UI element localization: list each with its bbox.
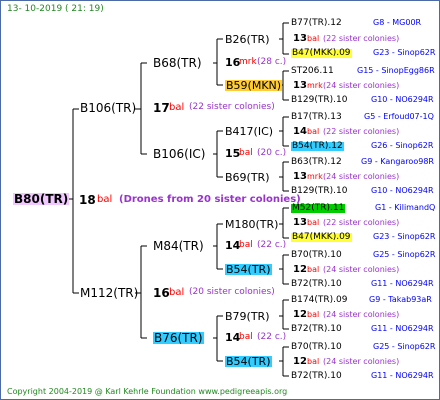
gen2-generation-unit: bal bbox=[239, 332, 253, 342]
gen4-generation-number: 12 bbox=[293, 356, 307, 367]
gen2-generation-unit: bal bbox=[239, 148, 253, 158]
gen4-queen-code: G26 - Sinop62R bbox=[371, 141, 434, 150]
gen4-queen-code: G11 - NO6294R bbox=[371, 371, 434, 380]
gen4-generation-unit: bal bbox=[307, 357, 320, 366]
gen4-generation-unit: bal bbox=[307, 34, 320, 43]
gen2-generation-unit: mrk bbox=[239, 57, 257, 67]
gen4-queen-name[interactable]: B47(MKK).09 bbox=[291, 233, 352, 242]
gen4-queen-name[interactable]: B129(TR).10 bbox=[291, 96, 347, 105]
root-generation-unit: bal bbox=[97, 194, 113, 205]
gen4-queen-code: G10 - NO6294R bbox=[371, 186, 434, 195]
gen4-queen-code: G1 - KilimandQ bbox=[375, 203, 436, 212]
gen1-generation-unit: bal bbox=[169, 102, 185, 113]
gen4-queen-code: G25 - Sinop62R bbox=[373, 342, 436, 351]
gen4-sister-note: (24 sister colonies) bbox=[323, 310, 400, 319]
gen4-queen-code: G15 - SinopEgg86R bbox=[357, 66, 435, 75]
gen4-queen-code: G23 - Sinop62R bbox=[373, 232, 436, 241]
gen4-queen-name[interactable]: B129(TR).10 bbox=[291, 187, 347, 196]
gen4-sister-note: (22 sister colonies) bbox=[323, 34, 400, 43]
date-header: 13- 10-2019 ( 21: 19) bbox=[7, 4, 104, 14]
gen4-queen-name[interactable]: M52(TR).11 bbox=[291, 204, 346, 213]
gen4-sister-note: (24 sister colonies) bbox=[323, 265, 400, 274]
gen4-generation-unit: mrk bbox=[307, 81, 323, 90]
gen3-queen-label[interactable]: M180(TR) bbox=[225, 219, 278, 230]
gen4-sister-note: (22 sister colonies) bbox=[323, 127, 400, 136]
gen1-generation-number: 16 bbox=[153, 286, 170, 300]
gen4-generation-number: 14 bbox=[293, 126, 307, 137]
gen2-sister-note: (22 c.) bbox=[257, 332, 287, 342]
gen4-generation-unit: bal bbox=[307, 310, 320, 319]
gen4-queen-code: G11 - NO6294R bbox=[371, 279, 434, 288]
gen1-sister-note: (22 sister colonies) bbox=[189, 102, 275, 112]
gen2-generation-unit: bal bbox=[239, 240, 253, 250]
gen3-queen-label[interactable]: B59(MKN) bbox=[225, 80, 283, 91]
gen1-queen-label[interactable]: M112(TR) bbox=[80, 287, 138, 299]
gen1-generation-number: 17 bbox=[153, 101, 170, 115]
gen3-queen-label[interactable]: B79(TR) bbox=[225, 311, 270, 322]
gen2-queen-label[interactable]: M84(TR) bbox=[153, 240, 204, 252]
gen4-generation-unit: bal bbox=[307, 265, 320, 274]
gen1-queen-label[interactable]: B106(TR) bbox=[80, 102, 136, 114]
gen4-queen-code: G9 - Takab93aR bbox=[369, 295, 432, 304]
gen4-queen-code: G8 - MG00R bbox=[373, 18, 422, 27]
gen3-queen-label[interactable]: B417(IC) bbox=[225, 126, 273, 137]
gen4-generation-number: 13 bbox=[293, 80, 307, 91]
gen2-sister-note: (28 c.) bbox=[257, 57, 287, 67]
gen4-sister-note: (24 sister colonies) bbox=[323, 172, 400, 181]
gen4-queen-name[interactable]: B174(TR).09 bbox=[291, 296, 347, 305]
gen4-queen-name[interactable]: B70(TR).10 bbox=[291, 343, 342, 352]
gen4-queen-name[interactable]: B63(TR).12 bbox=[291, 158, 342, 167]
gen4-sister-note: (24 sister colonies) bbox=[323, 357, 400, 366]
gen3-queen-label[interactable]: B69(TR) bbox=[225, 172, 270, 183]
gen4-queen-code: G5 - Erfoud07-1Q bbox=[364, 112, 434, 121]
gen1-generation-unit: bal bbox=[169, 287, 185, 298]
gen4-queen-code: G23 - Sinop62R bbox=[373, 48, 436, 57]
gen4-generation-number: 12 bbox=[293, 309, 307, 320]
gen4-queen-code: G9 - Kangaroo98R bbox=[361, 157, 434, 166]
gen4-queen-name[interactable]: B54(TR).12 bbox=[291, 142, 344, 151]
gen4-queen-name[interactable]: B70(TR).10 bbox=[291, 251, 342, 260]
gen4-queen-code: G10 - NO6294R bbox=[371, 95, 434, 104]
gen3-queen-label[interactable]: B54(TR) bbox=[225, 356, 272, 367]
gen2-sister-note: (20 c.) bbox=[257, 148, 287, 158]
gen1-sister-note: (20 sister colonies) bbox=[189, 287, 275, 297]
gen4-generation-number: 13 bbox=[293, 33, 307, 44]
gen4-generation-number: 13 bbox=[293, 171, 307, 182]
gen4-queen-name[interactable]: B72(TR).10 bbox=[291, 372, 342, 381]
gen4-generation-unit: mrk bbox=[307, 172, 323, 181]
gen3-queen-label[interactable]: B54(TR) bbox=[225, 264, 272, 275]
gen4-sister-note: (22 sister colonies) bbox=[323, 218, 400, 227]
gen4-queen-name[interactable]: B47(MKK).09 bbox=[291, 49, 352, 58]
gen4-generation-number: 12 bbox=[293, 264, 307, 275]
gen4-queen-name[interactable]: B72(TR).10 bbox=[291, 280, 342, 289]
gen2-sister-note: (22 c.) bbox=[257, 240, 287, 250]
gen3-queen-label[interactable]: B26(TR) bbox=[225, 34, 270, 45]
gen2-queen-label[interactable]: B68(TR) bbox=[153, 57, 202, 69]
gen4-queen-name[interactable]: B72(TR).10 bbox=[291, 325, 342, 334]
gen4-queen-name[interactable]: B17(TR).13 bbox=[291, 113, 342, 122]
pedigree-canvas: 13- 10-2019 ( 21: 19) B80(TR) 18 bal (Dr… bbox=[0, 0, 440, 400]
gen2-queen-label[interactable]: B76(TR) bbox=[153, 332, 204, 344]
gen4-queen-name[interactable]: ST206.11 bbox=[291, 67, 334, 76]
root-drone-note: (Drones from 20 sister colonies) bbox=[119, 194, 301, 205]
gen4-queen-code: G11 - NO6294R bbox=[371, 324, 434, 333]
root-generation-number: 18 bbox=[79, 193, 96, 207]
gen4-generation-unit: bal bbox=[307, 218, 320, 227]
gen4-sister-note: (24 sister colonies) bbox=[323, 81, 400, 90]
gen4-generation-unit: bal bbox=[307, 127, 320, 136]
copyright-footer: Copyright 2004-2019 @ Karl Kehrle Founda… bbox=[7, 387, 288, 396]
gen4-queen-code: G25 - Sinop62R bbox=[373, 250, 436, 259]
root-queen-label[interactable]: B80(TR) bbox=[13, 193, 70, 205]
gen4-queen-name[interactable]: B77(TR).12 bbox=[291, 19, 342, 28]
gen2-queen-label[interactable]: B106(IC) bbox=[153, 148, 205, 160]
gen4-generation-number: 13 bbox=[293, 217, 307, 228]
